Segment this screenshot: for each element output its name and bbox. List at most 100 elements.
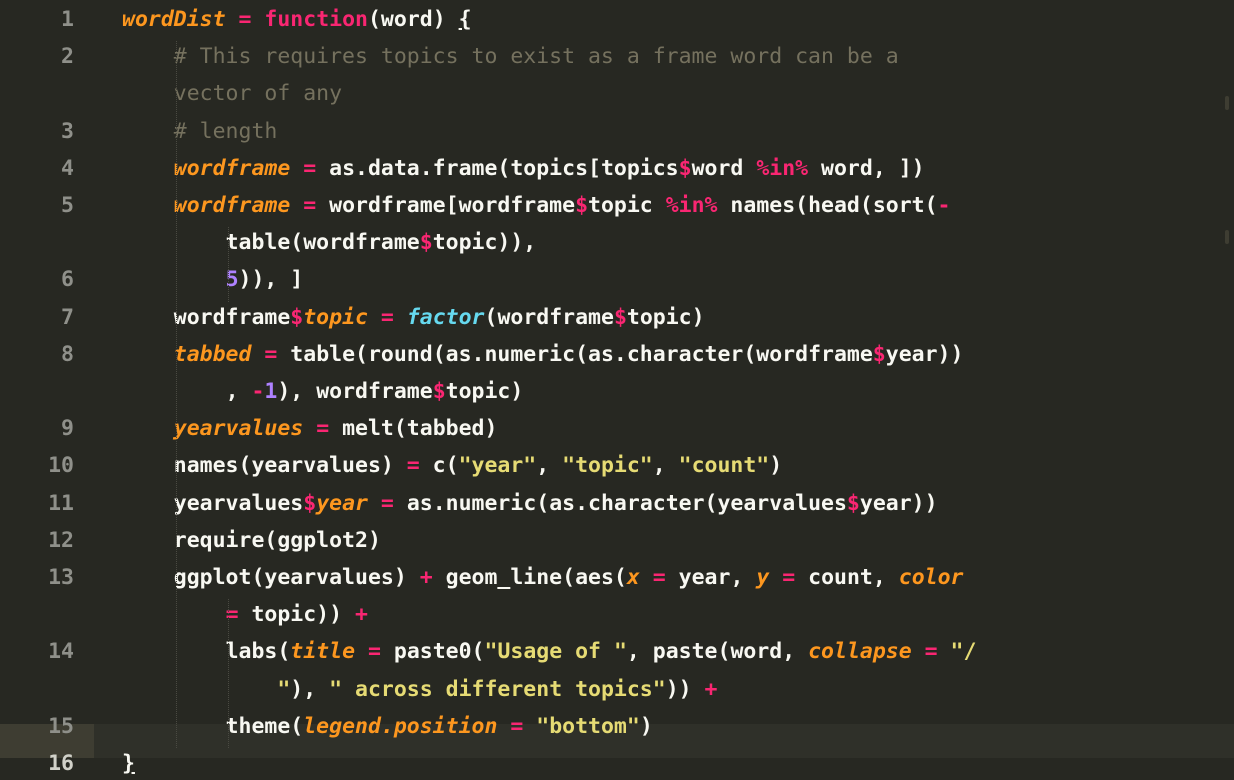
code-line[interactable]: ggplot(yearvalues) + geom_line(aes(x = y… [122,562,964,594]
code-line[interactable]: = topic)) + [122,599,368,631]
code-line[interactable]: names(yearvalues) = c("year", "topic", "… [122,450,782,482]
code-token: count, [795,565,899,590]
code-token: topic)) [238,602,356,628]
code-token: names(yearvalues) [173,453,407,479]
code-token: "topic" [562,453,653,479]
code-token: = [303,193,317,218]
code-line[interactable]: 5)), ] [122,264,304,296]
code-line[interactable]: yearvalues$year = as.numeric(as.characte… [122,488,938,520]
indent-guide [227,227,229,302]
code-token: + [355,602,368,628]
code-token: table(wordframe [225,230,420,256]
code-token: topic)), [432,230,537,256]
code-token: $ [575,193,589,218]
line-number: 12 [48,527,74,553]
code-token: %in% [756,155,809,181]
line-number: 2 [61,44,74,70]
code-line[interactable]: , -1), wordframe$topic) [122,376,524,408]
code-token: as.data.frame(topics[topics [316,155,679,181]
code-token: year)) [859,490,938,516]
code-line[interactable]: vector of any [122,78,342,110]
code-token: " across different topics" [329,676,666,702]
indent-guide [175,41,177,748]
code-token: names(head(sort( [717,193,938,218]
code-line[interactable]: } [122,748,135,780]
code-token: , paste(word, [626,639,809,665]
code-token: (wordframe [484,304,614,330]
code-line[interactable]: theme(legend.position = "bottom") [122,711,653,743]
code-token: year, [665,565,757,590]
line-number: 5 [61,193,74,218]
code-line[interactable]: # This requires topics to exist as a fra… [122,41,899,73]
code-line[interactable]: # length [122,116,278,148]
code-line[interactable]: "), " across different topics")) + [122,674,717,706]
code-line[interactable]: labs(title = paste0("Usage of ", paste(w… [122,636,977,668]
code-token: function [264,7,368,32]
code-token: title [290,639,356,665]
code-line[interactable]: table(wordframe$topic)), [122,227,537,259]
code-token: $ [678,155,692,181]
code-token: , [225,379,252,404]
code-token: factor [406,304,485,330]
code-line[interactable]: tabbed = table(round(as.numeric(as.chara… [122,339,964,371]
code-token: tabbed [173,341,252,367]
line-number: 8 [61,341,74,367]
code-token: $ [613,304,627,330]
code-line[interactable]: wordDist = function(word) { [122,4,472,36]
scrollbar-marker[interactable] [1225,96,1229,110]
code-token: wordframe [173,155,291,181]
code-token: yearvalues [173,416,304,442]
code-token: require(ggplot2) [173,527,381,553]
code-token: $ [432,379,446,404]
code-token: word, ]) [808,155,925,181]
code-line[interactable]: yearvalues = melt(tabbed) [122,413,498,445]
code-token: color [898,565,964,590]
code-token: $ [872,341,886,367]
code-token: %in% [665,193,718,218]
code-token: ) [769,453,783,479]
code-token: $ [846,490,860,516]
code-token: )) [665,676,705,702]
code-token: # length [173,118,278,144]
code-token: legend.position [303,713,498,739]
code-token: vector of any [173,81,343,107]
code-token: $ [419,230,433,256]
line-number: 11 [48,490,74,516]
code-token: - [937,193,951,218]
line-number: 15 [48,713,74,739]
scrollbar-marker[interactable] [1225,230,1229,244]
code-line[interactable]: wordframe = as.data.frame(topics[topics$… [122,153,925,185]
code-line[interactable]: wordframe$topic = factor(wordframe$topic… [122,302,705,334]
code-token: ) [639,713,653,739]
code-token: ), wordframe [277,379,433,404]
code-token: = [303,155,317,181]
code-line[interactable]: wordframe = wordframe[wordframe$topic %i… [122,190,951,222]
line-number: 6 [61,267,74,293]
code-token: paste0( [380,639,485,665]
code-token: = [652,565,666,590]
code-editor[interactable]: 1 2 3 4 5 6 7 8 9 10 11 12 13 14 15 16 wordDist = funct… [0,0,1234,776]
code-token: = [510,713,524,739]
code-token: )), ] [238,267,304,293]
code-token: year)) [885,341,964,367]
code-line[interactable]: require(ggplot2) [122,525,381,557]
code-token: + [704,676,718,702]
